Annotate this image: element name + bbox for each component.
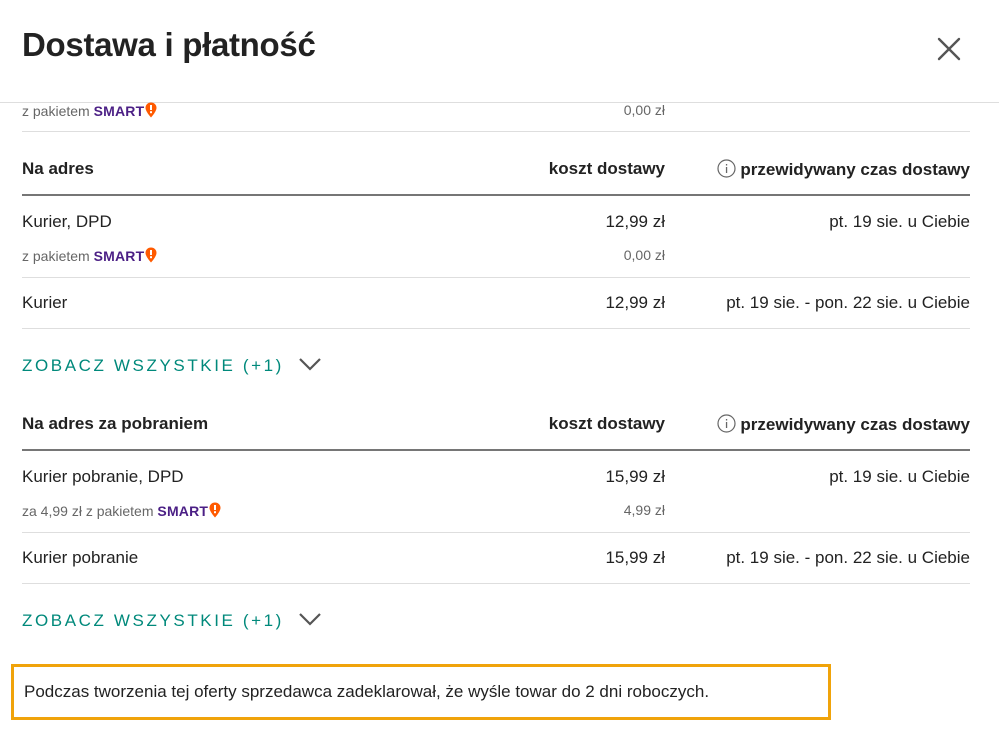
option-name: Kurier, DPD — [22, 212, 112, 231]
smart-pin-icon — [145, 247, 157, 263]
section-title: Na adres za pobraniem — [22, 414, 209, 433]
option-cost: 15,99 zł — [605, 548, 665, 567]
option-cost: 15,99 zł — [605, 467, 665, 486]
smart-prefix: z pakietem — [22, 103, 90, 119]
see-all-label: ZOBACZ WSZYSTKIE (+1) — [22, 356, 284, 375]
delivery-content: z pakietem SMART 0,00 zł Na adres koszt … — [22, 102, 970, 662]
section-header-address: Na adres koszt dostawy przewidywany czas… — [22, 132, 970, 196]
dispatch-note-text: Podczas tworzenia tej oferty sprzedawca … — [24, 682, 710, 701]
close-button[interactable] — [932, 32, 966, 66]
smart-pin-icon — [209, 502, 221, 518]
section-header-cod: Na adres za pobraniem koszt dostawy prze… — [22, 407, 970, 451]
smart-partial-row: z pakietem SMART 0,00 zł — [22, 102, 970, 132]
close-icon — [937, 37, 961, 61]
smart-prefix: z pakietem — [22, 248, 90, 264]
smart-cost: 0,00 zł — [623, 102, 665, 118]
option-name: Kurier pobranie — [22, 548, 139, 567]
option-time: pt. 19 sie. u Ciebie — [829, 467, 970, 486]
delivery-option-row: Kurier pobranie, DPD 15,99 zł pt. 19 sie… — [22, 451, 970, 533]
cost-header: koszt dostawy — [548, 159, 665, 178]
option-cost: 12,99 zł — [605, 293, 665, 312]
chevron-down-icon — [299, 358, 321, 371]
option-time: pt. 19 sie. u Ciebie — [829, 212, 970, 231]
delivery-option-row: Kurier, DPD 12,99 zł pt. 19 sie. u Ciebi… — [22, 196, 970, 278]
see-all-label: ZOBACZ WSZYSTKIE (+1) — [22, 611, 284, 630]
cost-header: koszt dostawy — [548, 414, 665, 433]
smart-cost: 0,00 zł — [623, 247, 665, 263]
smart-brand: SMART — [93, 248, 145, 264]
dialog-header: Dostawa i płatność — [0, 0, 999, 103]
see-all-button[interactable]: ZOBACZ WSZYSTKIE (+1) — [22, 329, 970, 407]
smart-info: z pakietem SMART — [22, 102, 157, 119]
time-header-label: przewidywany czas dostawy — [740, 160, 970, 179]
time-header: przewidywany czas dostawy — [717, 159, 970, 180]
info-icon[interactable] — [717, 414, 737, 433]
delivery-option-row: Kurier pobranie 15,99 zł pt. 19 sie. - p… — [22, 533, 970, 584]
time-header-label: przewidywany czas dostawy — [740, 415, 970, 434]
time-header: przewidywany czas dostawy — [717, 414, 970, 435]
section-title: Na adres — [22, 159, 94, 178]
info-icon[interactable] — [717, 159, 737, 178]
option-name: Kurier — [22, 293, 68, 312]
chevron-down-icon — [299, 613, 321, 626]
delivery-option-row: Kurier 12,99 zł pt. 19 sie. - pon. 22 si… — [22, 278, 970, 329]
smart-pin-icon — [145, 102, 157, 118]
smart-brand: SMART — [157, 503, 209, 519]
dialog-title: Dostawa i płatność — [22, 26, 316, 63]
option-time: pt. 19 sie. - pon. 22 sie. u Ciebie — [726, 293, 970, 312]
smart-info: za 4,99 zł z pakietem SMART — [22, 502, 221, 519]
option-cost: 12,99 zł — [605, 212, 665, 231]
option-name: Kurier pobranie, DPD — [22, 467, 184, 486]
smart-prefix: za 4,99 zł z pakietem — [22, 503, 154, 519]
see-all-button[interactable]: ZOBACZ WSZYSTKIE (+1) — [22, 584, 970, 662]
smart-cost: 4,99 zł — [623, 502, 665, 518]
smart-brand: SMART — [93, 103, 145, 119]
dispatch-note: Podczas tworzenia tej oferty sprzedawca … — [11, 664, 831, 720]
smart-info: z pakietem SMART — [22, 247, 157, 264]
option-time: pt. 19 sie. - pon. 22 sie. u Ciebie — [726, 548, 970, 567]
